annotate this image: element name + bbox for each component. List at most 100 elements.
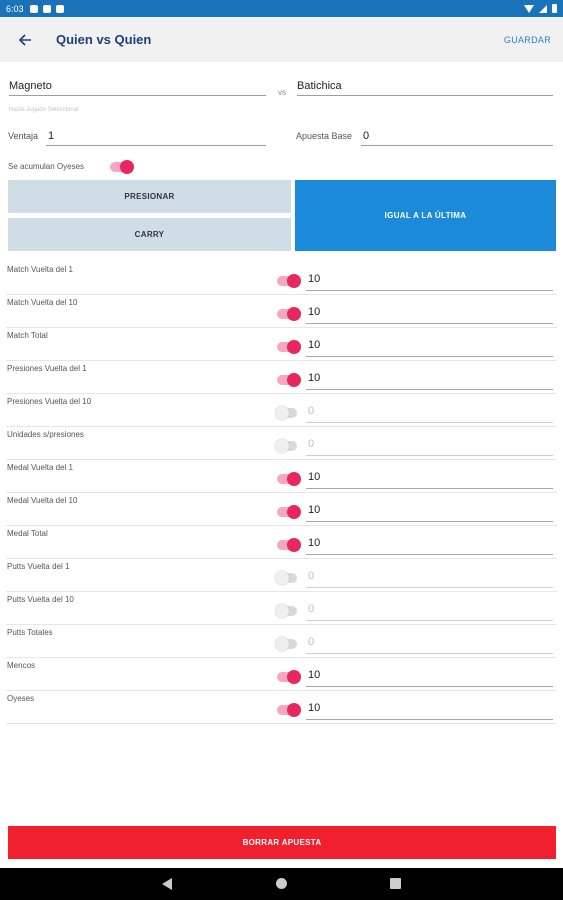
bet-row: Presiones Vuelta del 10 0 (6, 394, 557, 427)
bet-row-toggle[interactable] (275, 406, 297, 420)
toggle-knob (275, 406, 289, 420)
ventaja-input[interactable]: 1 (46, 130, 266, 146)
wifi-icon (524, 4, 534, 13)
toggle-knob (287, 340, 301, 354)
toggle-knob (287, 703, 301, 717)
bet-row-label: Oyeses (7, 694, 35, 703)
acumulan-label: Se acumulan Oyeses (8, 162, 85, 171)
bet-row: Putts Totales 0 (6, 625, 557, 658)
back-button[interactable] (12, 27, 38, 53)
acumulan-toggle[interactable] (110, 160, 134, 174)
bet-row-label: Mencos (7, 661, 36, 670)
bet-row-amount-input[interactable]: 10 (306, 667, 553, 687)
notification-icon (29, 4, 38, 13)
bet-row-amount-input[interactable]: 0 (306, 436, 553, 456)
bet-row-label: Putts Vuelta del 10 (7, 595, 74, 604)
bet-rows-list: Match Vuelta del 1 10 Match Vuelta del 10 1… (6, 262, 557, 724)
bet-row-amount-input[interactable]: 10 (306, 502, 553, 522)
bet-row-label: Putts Vuelta del 1 (7, 562, 70, 571)
bet-row: Putts Vuelta del 1 0 (6, 559, 557, 592)
carry-button[interactable]: CARRY (8, 218, 291, 251)
bet-row-label: Match Vuelta del 10 (7, 298, 78, 307)
toggle-knob (275, 604, 289, 618)
save-button[interactable]: GUARDAR (504, 35, 551, 45)
bet-row-amount-input[interactable]: 0 (306, 568, 553, 588)
bet-row: Presiones Vuelta del 1 10 (6, 361, 557, 394)
bet-row-toggle[interactable] (277, 505, 301, 519)
toggle-knob (287, 373, 301, 387)
bet-row: Medal Vuelta del 10 10 (6, 493, 557, 526)
bet-row-amount-input[interactable]: 10 (306, 304, 553, 324)
bet-row-label: Presiones Vuelta del 10 (7, 397, 92, 406)
bet-row-label: Match Total (7, 331, 48, 340)
bet-row: Mencos 10 (6, 658, 557, 691)
toggle-knob (287, 538, 301, 552)
bet-row-amount-input[interactable]: 0 (306, 403, 553, 423)
bet-row-amount-input[interactable]: 10 (306, 370, 553, 390)
bet-row-toggle[interactable] (277, 373, 301, 387)
bet-row-toggle[interactable] (275, 604, 297, 618)
toggle-knob (120, 160, 134, 174)
toggle-knob (287, 670, 301, 684)
toggle-knob (287, 505, 301, 519)
toggle-knob (275, 439, 289, 453)
bet-row-amount-input[interactable]: 10 (306, 337, 553, 357)
bet-row-label: Medal Vuelta del 1 (7, 463, 73, 472)
bet-row-toggle[interactable] (275, 439, 297, 453)
arrow-left-icon (18, 33, 31, 46)
bet-row-label: Match Vuelta del 1 (7, 265, 73, 274)
player1-field[interactable]: Magneto (9, 80, 266, 96)
bet-row-amount-input[interactable]: 10 (306, 469, 553, 489)
toggle-knob (275, 571, 289, 585)
bet-row: Unidades s/presiones 0 (6, 427, 557, 460)
bet-row: Oyeses 10 (6, 691, 557, 724)
bet-row-amount-input[interactable]: 10 (306, 700, 553, 720)
player2-field[interactable]: Batichica (297, 80, 553, 96)
toggle-knob (275, 637, 289, 651)
nav-bar (0, 868, 563, 900)
bet-row-toggle[interactable] (277, 472, 301, 486)
nav-back-icon[interactable] (162, 878, 172, 890)
toggle-knob (287, 307, 301, 321)
bet-row-label: Medal Vuelta del 10 (7, 496, 78, 505)
page-title: Quien vs Quien (56, 32, 152, 47)
bet-row-toggle[interactable] (277, 670, 301, 684)
toggle-knob (287, 472, 301, 486)
apuesta-base-label: Apuesta Base (296, 131, 353, 141)
bet-row-label: Presiones Vuelta del 1 (7, 364, 87, 373)
player-hint: Hasta Jugado Seleccionar (9, 107, 80, 113)
bet-row-label: Unidades s/presiones (7, 430, 84, 439)
bet-row-toggle[interactable] (277, 307, 301, 321)
bet-row: Match Vuelta del 10 10 (6, 295, 557, 328)
nav-recents-icon[interactable] (390, 878, 401, 889)
bet-row-toggle[interactable] (277, 703, 301, 717)
bet-row-toggle[interactable] (275, 571, 297, 585)
bet-row-label: Medal Total (7, 529, 48, 538)
bet-row-amount-input[interactable]: 10 (306, 535, 553, 555)
bet-row: Match Total 10 (6, 328, 557, 361)
bet-row-amount-input[interactable]: 0 (306, 601, 553, 621)
apuesta-base-input[interactable]: 0 (361, 130, 553, 146)
notification-icon (55, 4, 64, 13)
bet-row-amount-input[interactable]: 10 (306, 271, 553, 291)
bet-row: Medal Total 10 (6, 526, 557, 559)
vs-label: vs (278, 88, 286, 97)
bet-row: Medal Vuelta del 1 10 (6, 460, 557, 493)
bet-row-toggle[interactable] (277, 274, 301, 288)
nav-home-icon[interactable] (276, 878, 287, 889)
delete-bet-button[interactable]: BORRAR APUESTA (8, 826, 556, 859)
ventaja-label: Ventaja (8, 131, 39, 141)
bet-row-toggle[interactable] (275, 637, 297, 651)
bet-row-toggle[interactable] (277, 538, 301, 552)
presionar-button[interactable]: PRESIONAR (8, 180, 291, 213)
igual-ultima-button[interactable]: IGUAL A LA ÚLTIMA (295, 180, 556, 251)
bet-row: Putts Vuelta del 10 0 (6, 592, 557, 625)
bet-row-amount-input[interactable]: 0 (306, 634, 553, 654)
bet-row-label: Putts Totales (7, 628, 53, 637)
status-time: 6:03 (6, 3, 24, 14)
app-bar: Quien vs Quien GUARDAR (0, 17, 563, 62)
bet-row-toggle[interactable] (277, 340, 301, 354)
bet-row: Match Vuelta del 1 10 (6, 262, 557, 295)
toggle-knob (287, 274, 301, 288)
screen: 6:03 Quien vs Quien GUARDAR Magneto vs B… (0, 0, 563, 900)
